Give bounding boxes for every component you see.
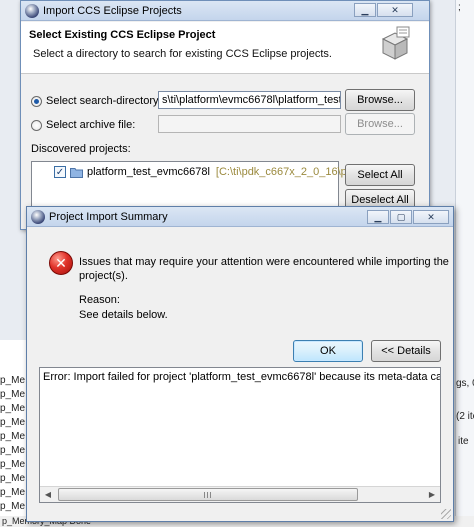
eclipse-icon xyxy=(25,3,39,18)
scroll-thumb[interactable] xyxy=(58,488,358,501)
import-wizard-icon xyxy=(381,26,410,60)
ide-background-panel xyxy=(455,0,474,527)
details-text-area[interactable]: Error: Import failed for project 'platfo… xyxy=(39,367,441,503)
scroll-right-icon[interactable]: ▶ xyxy=(424,487,440,502)
reason-label: Reason: xyxy=(79,294,120,306)
list-item: p_Me xyxy=(0,431,26,442)
browse-archive-button[interactable]: Browse... xyxy=(345,113,415,135)
archive-file-input[interactable] xyxy=(158,115,341,133)
search-directory-radio[interactable] xyxy=(31,95,42,107)
minimize-icon[interactable]: ▁ xyxy=(354,3,376,17)
close-icon[interactable]: ✕ xyxy=(413,210,449,224)
list-item: p_Me xyxy=(0,403,26,414)
search-directory-input[interactable]: s\ti\platform\evmc6678l\platform_test xyxy=(158,91,341,109)
project-name: platform_test_evmc6678l xyxy=(87,166,210,178)
scroll-left-icon[interactable]: ◀ xyxy=(40,487,56,502)
reason-text: See details below. xyxy=(79,309,168,321)
list-item: p_Me xyxy=(0,375,26,386)
archive-file-label: Select archive file: xyxy=(46,119,136,131)
minimize-icon[interactable]: ▁ xyxy=(367,210,389,224)
browse-directory-button[interactable]: Browse... xyxy=(345,89,415,111)
list-item: p_Me xyxy=(0,487,26,498)
list-item: p_Me xyxy=(0,417,26,428)
select-all-button[interactable]: Select All xyxy=(345,164,415,186)
error-icon: ✕ xyxy=(49,251,73,275)
eclipse-icon xyxy=(31,209,45,224)
message-area: ✕ Issues that may require your attention… xyxy=(27,228,453,352)
list-item: p_Me xyxy=(0,459,26,470)
resize-grip-icon[interactable] xyxy=(441,509,451,519)
archive-file-option[interactable]: Select archive file: xyxy=(31,119,135,131)
window-controls: ▁ ✕ xyxy=(353,3,413,17)
wizard-title: Select Existing CCS Eclipse Project xyxy=(29,29,216,41)
details-text: Error: Import failed for project 'platfo… xyxy=(43,371,441,383)
list-item: p_Me xyxy=(0,389,26,400)
search-directory-label: Select search-directory: xyxy=(46,95,162,107)
project-checkbox[interactable]: ✓ xyxy=(54,166,66,178)
discovered-projects-label: Discovered projects: xyxy=(31,143,131,155)
close-icon[interactable]: ✕ xyxy=(377,3,413,17)
wizard-header: Select Existing CCS Eclipse Project Sele… xyxy=(21,22,429,74)
window-controls: ▁ ▢ ✕ xyxy=(366,210,449,224)
details-toggle-button[interactable]: << Details xyxy=(371,340,441,362)
ide-background-text: ite xyxy=(458,436,469,447)
list-item: p_Me xyxy=(0,473,26,484)
horizontal-scrollbar[interactable]: ◀ ▶ xyxy=(40,486,440,502)
import-summary-dialog: Project Import Summary ▁ ▢ ✕ ✕ Issues th… xyxy=(26,206,454,522)
summary-titlebar[interactable]: Project Import Summary ▁ ▢ ✕ xyxy=(27,207,453,227)
ide-background-text: ; xyxy=(458,2,461,13)
archive-file-radio[interactable] xyxy=(31,119,42,131)
search-directory-option[interactable]: Select search-directory: xyxy=(31,95,162,107)
summary-title: Project Import Summary xyxy=(49,210,168,223)
ide-background-text: gs, 0 xyxy=(456,378,474,389)
ide-background-text: (2 ite xyxy=(456,411,474,422)
ok-button[interactable]: OK xyxy=(293,340,363,362)
project-folder-icon xyxy=(70,167,83,178)
wizard-subtitle: Select a directory to search for existin… xyxy=(33,48,332,60)
summary-message: Issues that may require your attention w… xyxy=(79,256,449,282)
list-item[interactable]: ✓ platform_test_evmc6678l [C:\ti\pdk_c66… xyxy=(54,166,370,178)
list-item: p_Me xyxy=(0,445,26,456)
dialog-title: Import CCS Eclipse Projects xyxy=(43,4,182,17)
maximize-icon[interactable]: ▢ xyxy=(390,210,412,224)
import-projects-dialog: Import CCS Eclipse Projects Select Exist… xyxy=(20,0,430,230)
list-item: p_Me xyxy=(0,501,26,512)
